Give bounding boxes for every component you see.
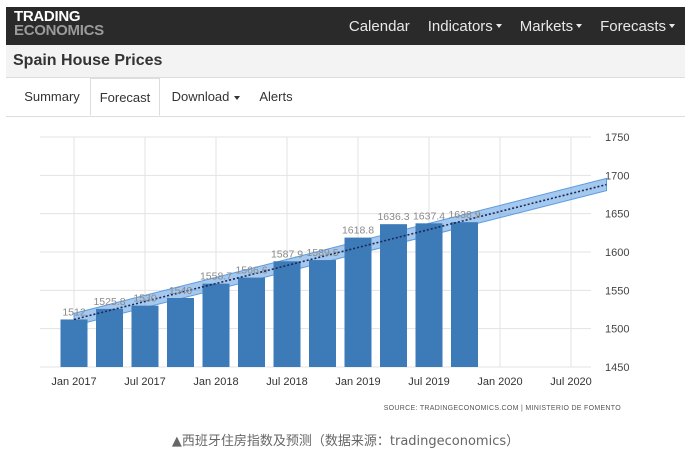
chevron-down-icon <box>576 24 583 28</box>
tab-label-download: Download <box>171 89 230 104</box>
tab-forecast[interactable]: Forecast <box>90 78 160 116</box>
menu-item-forecasts[interactable]: Forecasts <box>600 18 675 35</box>
menu-label-forecasts: Forecasts <box>600 17 666 35</box>
x-tick-label: Jul 2019 <box>408 376 450 388</box>
x-tick-label: Jan 2017 <box>51 376 96 388</box>
bar-value-label: 1558.7 <box>200 271 232 283</box>
main-menu: Calendar Indicators Markets Forecasts <box>331 7 675 45</box>
bar-value-label: 1587.9 <box>271 248 303 260</box>
y-tick-label: 1500 <box>605 324 629 336</box>
bar-value-label: 1540 <box>169 285 193 297</box>
menu-item-markets[interactable]: Markets <box>519 17 583 35</box>
x-tick-label: Jan 2020 <box>477 376 522 388</box>
chevron-down-icon <box>669 24 675 28</box>
house-price-chart: 1450 1500 1550 1600 1650 1700 1750 Jan 2017 Jul … <box>40 132 629 412</box>
tab-label-alerts: Alerts <box>259 89 293 104</box>
bar <box>273 261 301 367</box>
chevron-down-icon <box>234 95 241 100</box>
x-tick-label: Jul 2018 <box>266 376 308 388</box>
bar <box>309 260 336 367</box>
y-tick-label: 1750 <box>605 132 629 144</box>
page-header: Spain House Prices <box>6 45 685 78</box>
tab-alerts[interactable]: Alerts <box>252 78 300 116</box>
x-tick-label: Jul 2017 <box>124 376 166 388</box>
y-tick-label: 1450 <box>605 362 629 374</box>
y-tick-label: 1700 <box>605 170 629 182</box>
x-tick-label: Jan 2019 <box>335 376 380 388</box>
x-tick-label: Jul 2020 <box>550 376 592 388</box>
tradingeconomics-logo[interactable]: TRADING ECONOMICS <box>14 9 104 39</box>
bar-value-label: 1566.6 <box>235 265 267 277</box>
bar-value-label: 1636.3 <box>377 211 409 223</box>
bar <box>131 305 159 367</box>
tab-summary[interactable]: Summary <box>16 78 88 116</box>
y-tick-label: 1550 <box>605 285 629 297</box>
page-title: Spain House Prices <box>13 52 163 69</box>
bar-value-label: 1618.8 <box>342 225 374 237</box>
tab-download[interactable]: Download <box>166 78 246 116</box>
y-tick-label: 1650 <box>605 209 629 221</box>
bar <box>60 319 88 367</box>
tab-bar: Summary Forecast Download Alerts <box>6 78 685 117</box>
bar <box>202 283 230 367</box>
chevron-down-icon <box>495 24 502 28</box>
bar <box>344 237 372 367</box>
bar <box>238 277 265 367</box>
y-tick-label: 1600 <box>605 247 629 259</box>
bar <box>96 308 123 367</box>
bar-value-label: 1512 <box>62 306 86 318</box>
menu-item-calendar[interactable]: Calendar <box>349 18 410 35</box>
logo-line-economics: ECONOMICS <box>14 22 104 39</box>
bar <box>167 298 194 367</box>
bar-value-label: 1530 <box>133 293 157 305</box>
x-tick-label: Jan 2018 <box>193 376 238 388</box>
bar <box>380 224 407 367</box>
bar <box>415 223 443 367</box>
chart-container: 1450 1500 1550 1600 1650 1700 1750 Jan 2017 Jul … <box>6 117 685 417</box>
chart-source-note: SOURCE: TRADINGECONOMICS.COM | MINISTERI… <box>384 405 622 412</box>
bar-value-label: 1589.5 <box>306 247 338 259</box>
bar-value-label: 1637.4 <box>413 210 445 222</box>
menu-label-calendar: Calendar <box>348 17 410 35</box>
bar-value-label: 1638.9 <box>448 209 480 221</box>
tab-label-summary: Summary <box>24 89 80 104</box>
bar-value-label: 1525.8 <box>93 296 125 308</box>
bar <box>451 222 478 367</box>
tab-label-forecast: Forecast <box>99 90 151 105</box>
menu-label-indicators: Indicators <box>427 17 493 35</box>
image-caption: ▲西班牙住房指数及预测（数据来源：tradingeconomics） <box>171 434 520 449</box>
menu-item-indicators[interactable]: Indicators <box>428 18 502 35</box>
menu-label-markets: Markets <box>519 17 574 35</box>
top-navbar: TRADING ECONOMICS Calendar Indicators Ma… <box>6 7 685 45</box>
